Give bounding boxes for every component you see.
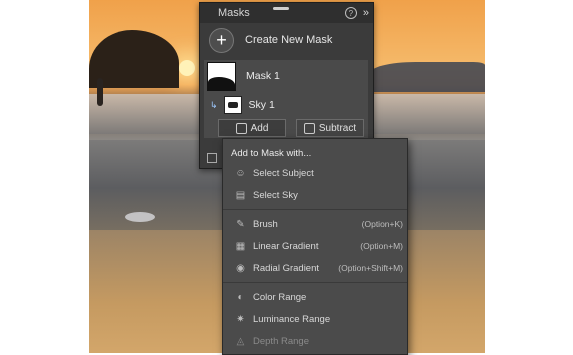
menu-item-label: Select Subject — [253, 167, 314, 179]
subtract-mask-icon — [303, 122, 315, 134]
luminance-range-icon: ✷ — [236, 313, 245, 325]
mask-component-item[interactable]: ↳ Sky 1 — [204, 92, 368, 118]
menu-item-radial-gradient[interactable]: ◉ Radial Gradient (Option+Shift+M) — [223, 257, 407, 279]
menu-item-linear-gradient[interactable]: ▦ Linear Gradient (Option+M) — [223, 235, 407, 257]
menu-item-label: Luminance Range — [253, 313, 331, 325]
person-icon: ☺ — [235, 167, 246, 179]
menu-item-luminance-range[interactable]: ✷ Luminance Range — [223, 308, 407, 330]
menu-item-shortcut: (Option+Shift+M) — [338, 263, 403, 273]
menu-item-shortcut: (Option+M) — [360, 241, 403, 251]
mask-thumbnail — [207, 61, 236, 91]
create-new-mask-label: Create New Mask — [245, 34, 333, 46]
menu-item-select-subject[interactable]: ☺ Select Subject — [223, 162, 407, 184]
menu-item-color-range[interactable]: ◐ Color Range — [223, 286, 407, 308]
plus-icon: + — [209, 27, 234, 53]
menu-item-label: Depth Range — [253, 335, 309, 347]
sky-icon: ▤ — [235, 189, 246, 201]
menu-separator — [223, 209, 407, 210]
menu-item-brush[interactable]: ✎ Brush (Option+K) — [223, 213, 407, 235]
menu-item-shortcut: (Option+K) — [361, 219, 403, 229]
mask-item[interactable]: Mask 1 — [204, 60, 368, 92]
waves — [369, 62, 485, 92]
person-silhouette — [97, 78, 103, 106]
menu-item-label: Select Sky — [253, 189, 298, 201]
overlay-toggle-icon[interactable] — [207, 153, 217, 163]
collapse-icon[interactable]: » — [363, 7, 369, 19]
create-new-mask-button[interactable]: + Create New Mask — [200, 23, 373, 57]
sun — [179, 60, 195, 76]
help-icon[interactable]: ? — [344, 7, 357, 19]
menu-item-label: Radial Gradient — [253, 262, 320, 274]
add-label: Add — [250, 122, 269, 134]
panel-header[interactable]: Masks ? » — [200, 3, 373, 23]
menu-item-label: Brush — [253, 218, 278, 230]
mask-action-buttons: Add Subtract — [218, 119, 364, 137]
menu-item-label: Linear Gradient — [253, 240, 319, 252]
color-range-icon: ◐ — [237, 291, 244, 303]
mask-name: Mask 1 — [246, 70, 280, 82]
add-mask-icon — [235, 122, 247, 134]
menu-item-label: Color Range — [253, 291, 307, 303]
brush-icon: ✎ — [236, 218, 245, 230]
menu-item-select-sky[interactable]: ▤ Select Sky — [223, 184, 407, 206]
linear-gradient-icon: ▦ — [235, 240, 246, 252]
menu-separator — [223, 282, 407, 283]
sky-thumbnail-icon — [223, 96, 242, 114]
drag-grip-icon[interactable] — [273, 7, 289, 10]
child-arrow-icon: ↳ — [210, 99, 218, 110]
subtract-label: Subtract — [318, 122, 357, 134]
radial-gradient-icon: ◉ — [236, 262, 245, 274]
rock — [125, 212, 155, 222]
menu-title: Add to Mask with... — [231, 148, 312, 159]
component-name: Sky 1 — [248, 99, 275, 111]
add-button[interactable]: Add — [218, 119, 286, 137]
menu-items: ☺ Select Subject ▤ Select Sky ✎ Brush (Option+… — [223, 162, 407, 352]
menu-item-depth-range: ◬ Depth Range — [223, 330, 407, 352]
depth-range-icon: ◬ — [236, 335, 245, 347]
add-to-mask-menu: Add to Mask with... ☺ Select Subject ▤ Sele… — [222, 138, 408, 355]
subtract-button[interactable]: Subtract — [296, 119, 364, 137]
